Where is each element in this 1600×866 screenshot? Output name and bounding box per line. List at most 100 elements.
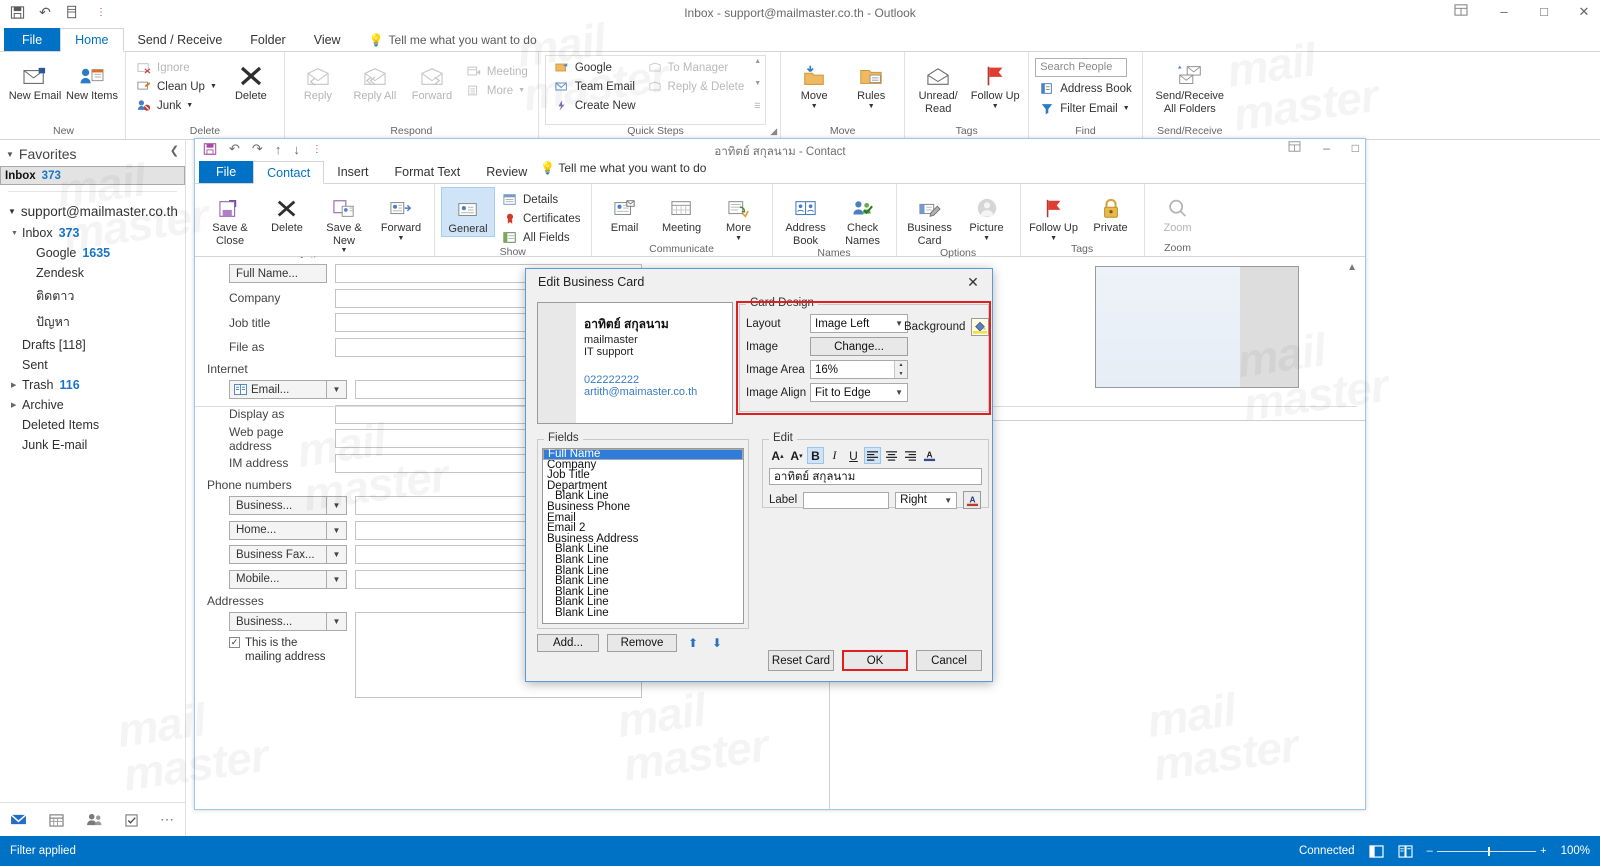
email-type-dropdown[interactable]: ▼	[327, 380, 347, 399]
layout-select[interactable]: Image Left ▼	[810, 314, 908, 333]
rules-button[interactable]: Rules ▼	[844, 55, 898, 111]
folder-item-zendesk[interactable]: Zendesk	[0, 263, 185, 283]
bold-icon[interactable]: B	[807, 447, 824, 464]
folder-item-trash[interactable]: ▶ Trash 116	[0, 375, 185, 395]
quick-steps-more-icon[interactable]: ☰	[754, 102, 761, 110]
reply-button[interactable]: Reply	[291, 55, 345, 103]
zoom-knob[interactable]	[1488, 846, 1491, 856]
tab-view[interactable]: View	[300, 28, 355, 51]
reset-card-button[interactable]: Reset Card	[768, 650, 834, 671]
fields-listbox[interactable]: Full Name Company Job Title Department B…	[542, 448, 744, 624]
collapse-folder-pane-icon[interactable]: ❮	[170, 144, 179, 157]
contact-delete-button[interactable]: Delete	[260, 187, 314, 235]
spinner-up-icon[interactable]: ▲	[895, 361, 907, 370]
collapse-ribbon-icon[interactable]: ▲	[1347, 262, 1357, 273]
spinner-buttons[interactable]: ▲ ▼	[894, 361, 907, 378]
email-button[interactable]: Email...	[229, 380, 327, 399]
align-left-icon[interactable]	[864, 447, 881, 464]
minimize-button[interactable]: –	[1323, 141, 1330, 155]
account-header[interactable]: ▼ support@mailmaster.co.th	[0, 198, 185, 223]
team-email-button[interactable]: Team Email	[550, 78, 640, 95]
save-and-close-button[interactable]: Save & Close	[203, 187, 257, 247]
mail-icon[interactable]	[10, 813, 27, 826]
forward-button[interactable]: Forward	[405, 55, 459, 103]
zoom-in-icon[interactable]: +	[1540, 845, 1546, 857]
private-button[interactable]: Private	[1084, 187, 1138, 235]
save-and-new-button[interactable]: Save & New ▼	[317, 187, 371, 255]
junk-button[interactable]: Junk ▼	[132, 97, 221, 114]
to-manager-button[interactable]: To Manager	[643, 59, 749, 76]
check-names-button[interactable]: Check Names	[836, 187, 890, 247]
decrease-font-size-icon[interactable]: A ▾	[788, 447, 805, 464]
tell-me-box[interactable]: 💡 Tell me what you want to do	[355, 28, 537, 51]
restore-button[interactable]: □	[1534, 4, 1554, 20]
folder-item-thai-2[interactable]: ปัญหา	[0, 309, 185, 335]
spinner-down-icon[interactable]: ▼	[895, 370, 907, 379]
mailing-address-checkbox[interactable]: ✓	[229, 637, 240, 648]
chevron-right-icon[interactable]: ▶	[11, 401, 18, 409]
forward-contact-button[interactable]: Forward ▼	[374, 187, 428, 243]
minimize-button[interactable]: –	[1494, 4, 1514, 20]
follow-up-button[interactable]: Follow Up ▼	[968, 55, 1022, 111]
contact-tab-insert[interactable]: Insert	[324, 161, 381, 183]
remove-field-button[interactable]: Remove	[607, 634, 677, 652]
close-icon[interactable]: ✕	[960, 272, 986, 292]
tab-send-receive[interactable]: Send / Receive	[124, 28, 237, 51]
delete-button[interactable]: Delete	[224, 55, 278, 103]
phone-home-button[interactable]: Home...	[229, 520, 327, 540]
field-item-blank-line[interactable]: Blank Line	[543, 607, 743, 619]
label-font-color-button[interactable]: A	[963, 491, 982, 509]
italic-icon[interactable]: I	[826, 447, 843, 464]
create-new-button[interactable]: Create New	[550, 97, 640, 114]
meeting-button[interactable]: Meeting	[462, 63, 532, 80]
more-options-icon[interactable]: ⋯	[160, 811, 174, 828]
arrow-down-icon[interactable]: ⬇	[709, 635, 725, 652]
picture-button[interactable]: Picture ▼	[960, 187, 1014, 243]
contact-zoom-button[interactable]: Zoom	[1151, 187, 1205, 235]
close-button[interactable]: ✕	[1574, 4, 1594, 20]
tab-folder[interactable]: Folder	[236, 28, 299, 51]
search-people-input[interactable]: Search People	[1035, 58, 1128, 77]
contact-tab-format-text[interactable]: Format Text	[382, 161, 474, 183]
contact-address-book-button[interactable]: Address Book	[779, 187, 833, 247]
mailing-address-checkbox-row[interactable]: ✓ This is the mailing address	[229, 636, 329, 665]
all-fields-button[interactable]: All Fields	[498, 229, 585, 246]
tab-file[interactable]: File	[4, 28, 61, 51]
chevron-right-icon[interactable]: ▶	[11, 381, 18, 389]
more-respond-button[interactable]: More ▼	[462, 82, 532, 99]
tasks-icon[interactable]	[125, 813, 138, 827]
contact-follow-up-button[interactable]: Follow Up ▼	[1027, 187, 1081, 243]
quick-steps-scroll-down-icon[interactable]: ▼	[754, 80, 761, 87]
phone-mobile-dropdown[interactable]: ▼	[327, 569, 347, 589]
send-receive-all-folders-button[interactable]: Send/Receive All Folders	[1149, 55, 1231, 115]
address-type-dropdown[interactable]: ▼	[327, 612, 347, 631]
details-button[interactable]: Details	[498, 191, 585, 208]
ribbon-display-options-icon[interactable]	[1454, 4, 1474, 20]
phone-business-dropdown[interactable]: ▼	[327, 496, 347, 515]
phone-home-dropdown[interactable]: ▼	[327, 520, 347, 540]
reading-view-icon[interactable]	[1398, 844, 1413, 858]
align-center-icon[interactable]	[883, 447, 900, 464]
contact-meeting-button[interactable]: Meeting	[655, 187, 709, 235]
folder-item-drafts[interactable]: Drafts [118]	[0, 335, 185, 355]
field-value-input[interactable]: อาทิตย์ สกุลนาม	[769, 468, 982, 485]
field-item-blank-line[interactable]: Blank Line	[543, 554, 743, 566]
zoom-slider[interactable]: – +	[1427, 845, 1547, 857]
folder-item-archive[interactable]: ▶ Archive	[0, 395, 185, 415]
filter-email-button[interactable]: Filter Email ▼	[1035, 100, 1133, 117]
business-card-preview[interactable]: อาทิตย์ สกุลนาม mailmaster IT support 02…	[537, 302, 733, 424]
contact-card-preview[interactable]	[1095, 266, 1299, 388]
contact-tab-review[interactable]: Review	[473, 161, 540, 183]
general-button[interactable]: General	[441, 187, 495, 237]
folder-item-sent[interactable]: Sent	[0, 355, 185, 375]
folder-item-inbox[interactable]: ▼ Inbox 373	[0, 223, 185, 243]
font-color-icon[interactable]: A	[921, 447, 938, 464]
address-book-button[interactable]: Address Book	[1035, 80, 1136, 97]
restore-button[interactable]: □	[1352, 141, 1359, 155]
ok-button[interactable]: OK	[842, 650, 908, 671]
quick-steps-dialog-launcher[interactable]: ◢	[770, 126, 777, 137]
zoom-track[interactable]	[1436, 846, 1537, 856]
field-item-full-name[interactable]: Full Name	[543, 449, 743, 460]
favorites-header[interactable]: ▼ Favorites	[0, 142, 185, 166]
ignore-button[interactable]: Ignore	[132, 59, 221, 76]
